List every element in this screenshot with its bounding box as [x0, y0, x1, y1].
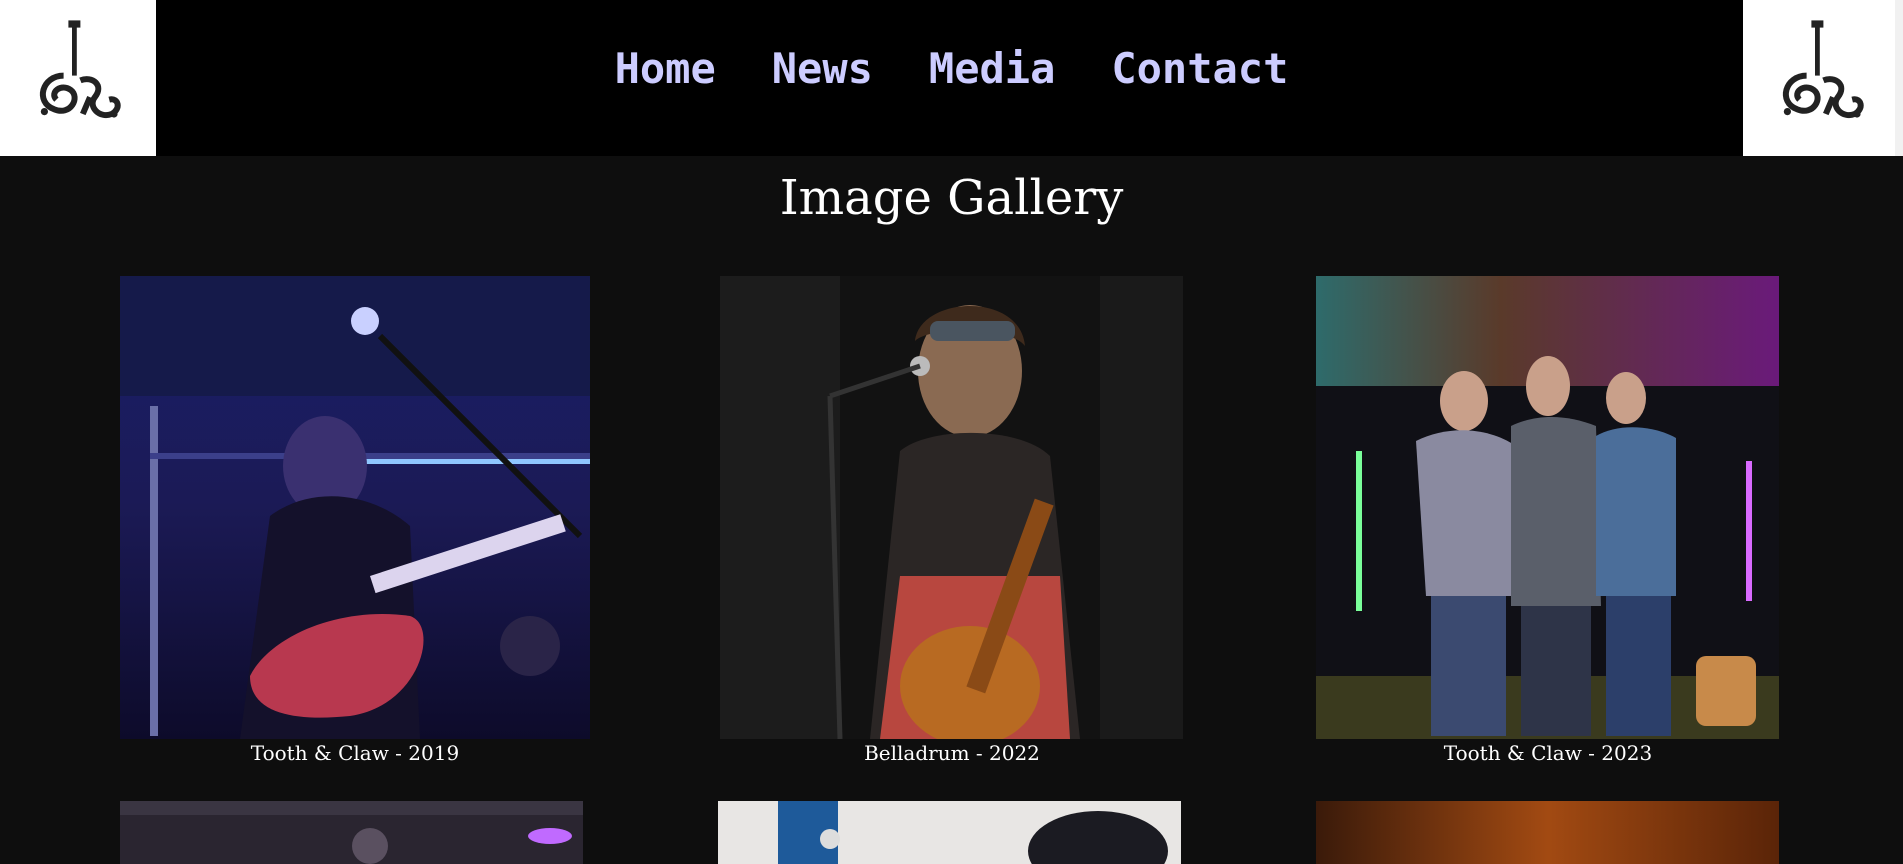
nav-media-link[interactable]: Media — [929, 44, 1055, 93]
gallery-image-2[interactable] — [720, 276, 1183, 739]
gallery-caption-2: Belladrum - 2022 — [864, 741, 1040, 765]
band-photo-three-members-image — [1316, 276, 1779, 739]
nav-news-link[interactable]: News — [772, 44, 873, 93]
gallery-caption-1: Tooth & Claw - 2019 — [250, 741, 460, 765]
scrollbar-track[interactable] — [1895, 0, 1903, 156]
gallery-image-6[interactable] — [1316, 801, 1779, 864]
concert-photo-image — [718, 801, 1181, 864]
concert-photo-image — [1316, 801, 1779, 864]
logo-right[interactable] — [1743, 0, 1899, 156]
guitar-logo-icon — [1782, 20, 1864, 119]
nav-home-link[interactable]: Home — [615, 44, 716, 93]
nav-contact-link[interactable]: Contact — [1111, 44, 1288, 93]
site-header: Home News Media Contact — [0, 0, 1903, 156]
gallery-image-1[interactable] — [120, 276, 590, 739]
page-title: Image Gallery — [779, 170, 1124, 226]
gallery-image-5[interactable] — [718, 801, 1181, 864]
gallery-image-3[interactable] — [1316, 276, 1779, 739]
concert-photo-singer-image — [720, 276, 1183, 739]
gallery-caption-3: Tooth & Claw - 2023 — [1443, 741, 1653, 765]
concert-photo-guitarist-image — [120, 276, 590, 739]
main-nav: Home News Media Contact — [0, 0, 1903, 136]
concert-photo-image — [120, 801, 583, 864]
gallery-image-4[interactable] — [120, 801, 583, 864]
